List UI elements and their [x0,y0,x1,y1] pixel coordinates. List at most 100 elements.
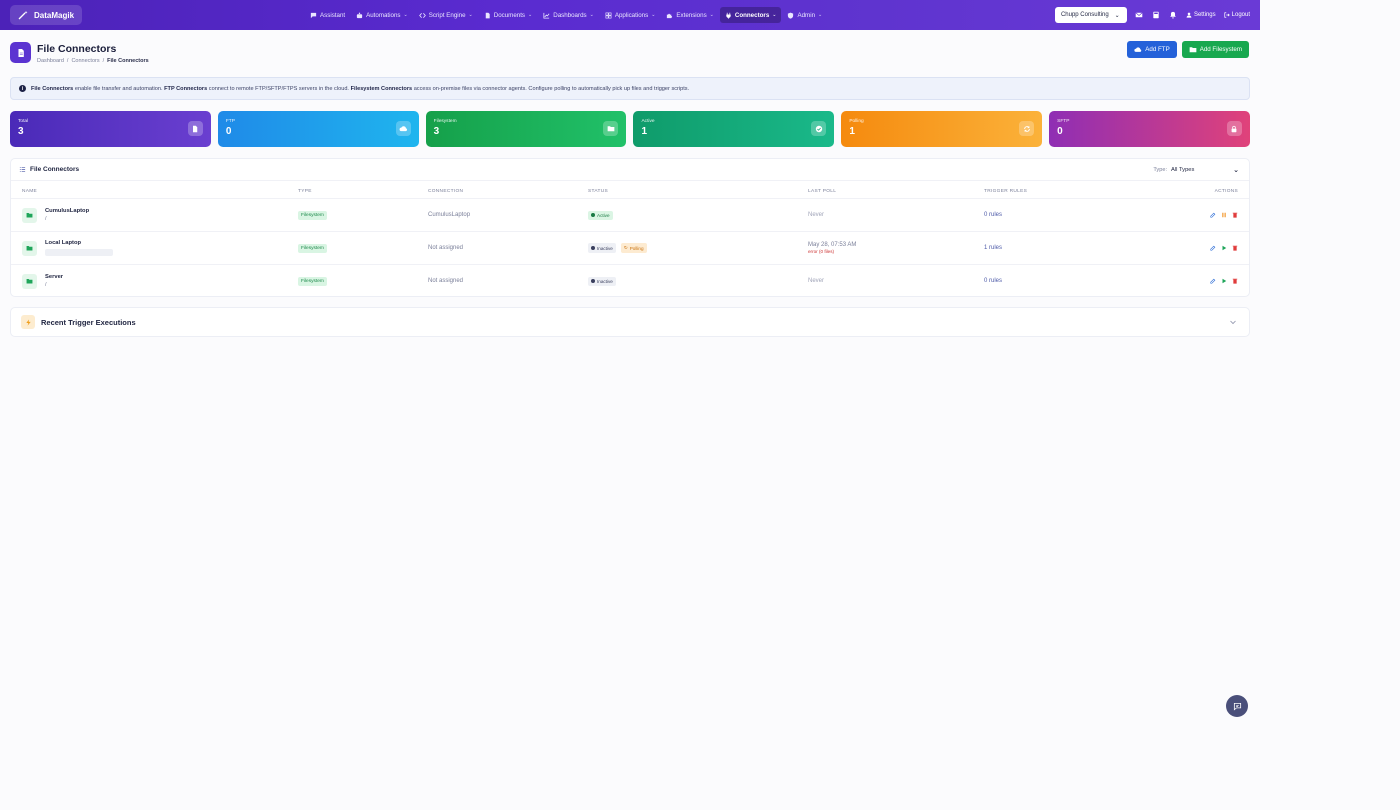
nav-extensions[interactable]: Extensions ⌄ [661,7,718,23]
cloud-icon [1134,47,1142,52]
chevron-down-icon: ⌄ [1114,12,1120,19]
settings-link[interactable]: Settings [1186,12,1216,18]
table-header: File Connectors [11,159,1249,181]
nav-connectors[interactable]: Connectors ⌄ [719,7,782,23]
trash-icon[interactable] [1231,212,1238,219]
play-icon[interactable] [1220,245,1227,252]
trash-icon[interactable] [1231,278,1238,285]
mail-icon[interactable] [1135,11,1144,20]
row-actions [1184,212,1249,219]
breadcrumb-current: File Connectors [107,58,149,64]
nav-label: Connectors [734,11,770,19]
type-select-value: All Types [1171,167,1195,173]
chart-icon [543,12,550,19]
play-icon[interactable] [1220,278,1227,285]
bell-icon[interactable] [1169,11,1178,20]
stat-label: Active [641,119,655,124]
trigger-rules-link[interactable]: 0 rules [984,278,1184,284]
trash-icon[interactable] [1231,245,1238,252]
last-poll-cell: Never [808,278,984,284]
chat-fab-button[interactable] [1226,695,1248,717]
trigger-rules-link[interactable]: 0 rules [984,212,1184,218]
chevron-down-icon: ⌄ [1233,167,1239,174]
connector-name[interactable]: Server [45,274,63,280]
info-bold: Filesystem Connectors [350,85,413,92]
nav-documents[interactable]: Documents ⌄ [479,7,538,23]
status-text: Active [597,212,610,218]
breadcrumb-connectors[interactable]: Connectors [71,58,99,64]
type-select[interactable]: All Types ⌄ [1171,164,1239,176]
lock-icon [1226,121,1242,136]
polling-badge: ↻ Polling [620,243,647,253]
pause-circle-icon [591,279,595,283]
check-circle-icon [811,121,827,136]
stat-filesystem: Filesystem 3 [425,111,627,147]
chevron-down-icon: ⌄ [709,12,714,18]
magic-wand-icon [18,11,28,20]
nav-dashboards[interactable]: Dashboards ⌄ [538,7,599,23]
stat-value: 3 [433,126,440,137]
org-name: Chupp Consulting [1060,12,1109,18]
chevron-down-icon: ⌄ [468,12,473,18]
edit-icon[interactable] [1209,278,1216,285]
breadcrumb: Dashboard / Connectors / File Connectors [37,58,149,64]
breadcrumb-dashboard[interactable]: Dashboard [37,58,64,64]
recent-trigger-executions-panel[interactable]: Recent Trigger Executions [10,307,1250,337]
add-ftp-button[interactable]: Add FTP [1127,41,1177,58]
connector-name-cell: CumulusLaptop / [22,207,298,223]
chat-icon [1233,702,1241,710]
connector-name[interactable]: Local Laptop [45,240,113,246]
column-header-connection[interactable]: CONNECTION [428,189,588,194]
nav-applications[interactable]: Applications ⌄ [600,7,661,23]
table-row[interactable]: CumulusLaptop / Filesystem CumulusLaptop… [11,198,1249,231]
edit-icon[interactable] [1209,212,1216,219]
edit-icon[interactable] [1209,245,1216,252]
nav-script-engine[interactable]: Script Engine ⌄ [414,7,478,23]
column-header-last-poll[interactable]: LAST POLL [808,189,984,194]
type-cell: Filesystem [298,277,428,286]
info-text: File Connectors enable file transfer and… [31,86,689,92]
info-sentence: connect to remote FTP/SFTP/FTPS servers … [208,85,349,92]
connector-name[interactable]: CumulusLaptop [45,208,89,214]
calculator-icon[interactable] [1152,11,1161,20]
app-root: DataMagik Assistant Automations ⌄ Script … [0,0,1260,810]
brand-name: DataMagik [34,10,75,20]
logout-icon [1224,12,1230,18]
type-cell: Filesystem [298,211,428,220]
cloud-icon [395,121,411,136]
document-icon [10,42,31,63]
column-header-trigger-rules[interactable]: TRIGGER RULES [984,189,1184,194]
chevron-down-icon[interactable] [1229,318,1237,328]
stat-label: SFTP [1057,119,1070,124]
pause-icon[interactable] [1220,212,1227,219]
add-ftp-label: Add FTP [1145,46,1170,53]
page-header: File Connectors Dashboard / Connectors /… [10,42,149,64]
logout-link[interactable]: Logout [1224,12,1250,18]
add-filesystem-button[interactable]: Add Filesystem [1181,41,1249,58]
last-poll-text: Never [808,278,825,284]
column-header-type[interactable]: TYPE [298,189,428,194]
stat-label: Total [18,119,29,124]
table-row[interactable]: Local Laptop Filesystem Not assigned Ina… [11,231,1249,264]
page-title: File Connectors [37,43,117,55]
chevron-down-icon: ⌄ [772,12,777,18]
stat-label: FTP [225,119,235,124]
nav-automations[interactable]: Automations ⌄ [351,7,413,23]
brand-logo[interactable]: DataMagik [10,5,83,25]
connector-path: / [45,282,47,288]
status-badge: Inactive [588,276,616,286]
column-header-name[interactable]: NAME [22,189,298,194]
chevron-down-icon: ⌄ [403,12,408,18]
column-header-status[interactable]: STATUS [588,189,808,194]
nav-admin[interactable]: Admin ⌄ [782,7,827,23]
breadcrumb-separator: / [66,58,69,64]
polling-text: Polling [629,245,644,251]
trigger-rules-link[interactable]: 1 rules [984,245,1184,251]
connector-name-cell: Server / [22,273,298,289]
nav-assistant[interactable]: Assistant [305,7,350,23]
stat-cards: Total 3 FTP 0 Filesystem 3 Active 1 Poll… [10,111,1250,147]
table-row[interactable]: Server / Filesystem Not assigned Inactiv… [11,264,1249,297]
shield-icon [788,12,794,19]
plug-icon [726,12,731,19]
organization-select[interactable]: Chupp Consulting ⌄ [1054,7,1127,23]
